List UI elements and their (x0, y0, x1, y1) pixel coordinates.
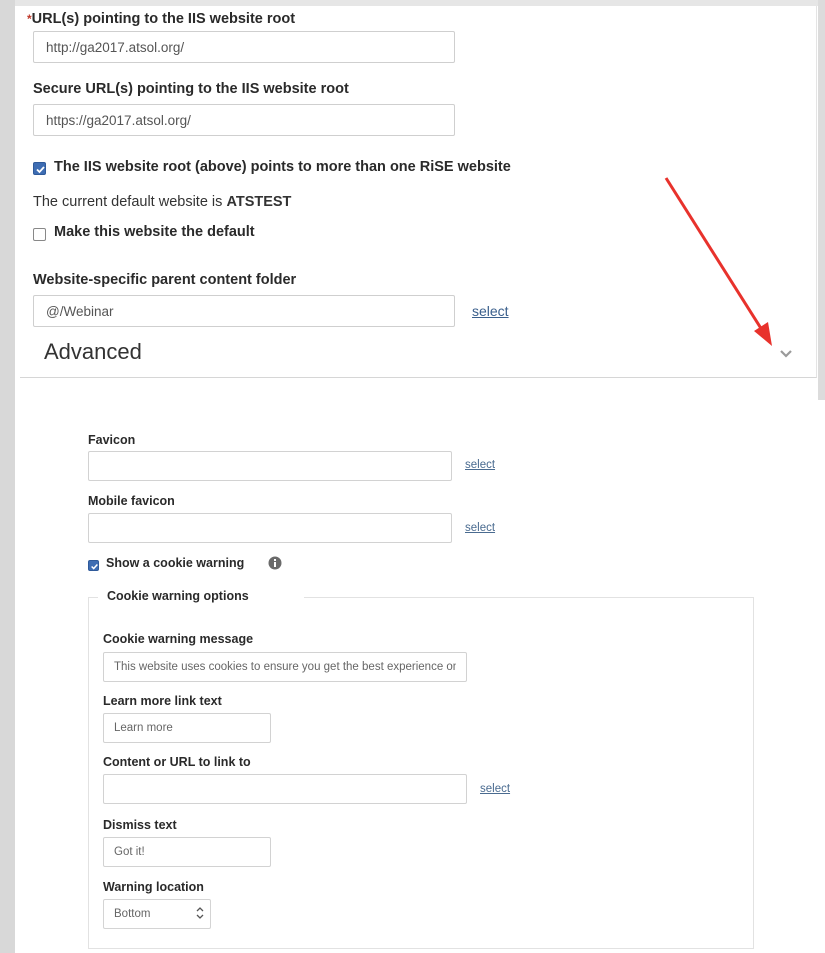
dismiss-text-label: Dismiss text (103, 818, 177, 832)
cookie-message-input[interactable] (103, 652, 467, 682)
parent-folder-input[interactable] (33, 295, 455, 327)
left-background-strip (0, 0, 15, 953)
url-field-label-row: *URL(s) pointing to the IIS website root (27, 10, 295, 28)
cookie-options-fieldset (88, 597, 754, 949)
url-input[interactable] (33, 31, 455, 63)
make-default-checkbox[interactable] (33, 228, 46, 241)
cookie-message-label: Cookie warning message (103, 632, 254, 646)
info-icon[interactable] (268, 556, 282, 570)
mobile-favicon-input[interactable] (88, 513, 452, 543)
link-target-label: Content or URL to link to (103, 755, 251, 769)
url-label: URL(s) pointing to the IIS website root (31, 11, 296, 27)
default-website-prefix: The current default website is (33, 194, 227, 210)
cookie-warning-checkbox[interactable] (88, 560, 99, 571)
make-default-label: Make this website the default (54, 224, 255, 240)
warning-location-select[interactable]: Bottom (103, 899, 211, 929)
link-target-select-link[interactable]: select (480, 783, 510, 795)
warning-location-label: Warning location (103, 880, 204, 894)
favicon-label: Favicon (88, 433, 136, 447)
warning-location-value: Bottom (114, 908, 151, 920)
mobile-favicon-label: Mobile favicon (88, 494, 175, 508)
right-background-strip (818, 0, 825, 400)
cookie-options-legend: Cookie warning options (107, 589, 249, 603)
favicon-input[interactable] (88, 451, 452, 481)
default-website-text: The current default website is ATSTEST (33, 194, 291, 210)
select-arrows-icon (196, 907, 204, 919)
learn-more-input[interactable] (103, 713, 271, 743)
cookie-warning-label: Show a cookie warning (106, 556, 245, 570)
advanced-section-title[interactable]: Advanced (44, 339, 142, 365)
mobile-favicon-select-link[interactable]: select (465, 522, 495, 534)
red-arrow-annotation (664, 177, 772, 346)
multi-site-label: The IIS website root (above) points to m… (54, 159, 511, 175)
parent-folder-select-link[interactable]: select (472, 303, 509, 319)
secure-url-input[interactable] (33, 104, 455, 136)
link-target-input[interactable] (103, 774, 467, 804)
default-website-name: ATSTEST (226, 194, 292, 210)
secure-url-label: Secure URL(s) pointing to the IIS websit… (33, 81, 349, 97)
multi-site-checkbox[interactable] (33, 162, 46, 175)
learn-more-label: Learn more link text (103, 694, 222, 708)
favicon-select-link[interactable]: select (465, 459, 495, 471)
parent-folder-label: Website-specific parent content folder (33, 272, 297, 288)
dismiss-text-input[interactable] (103, 837, 271, 867)
